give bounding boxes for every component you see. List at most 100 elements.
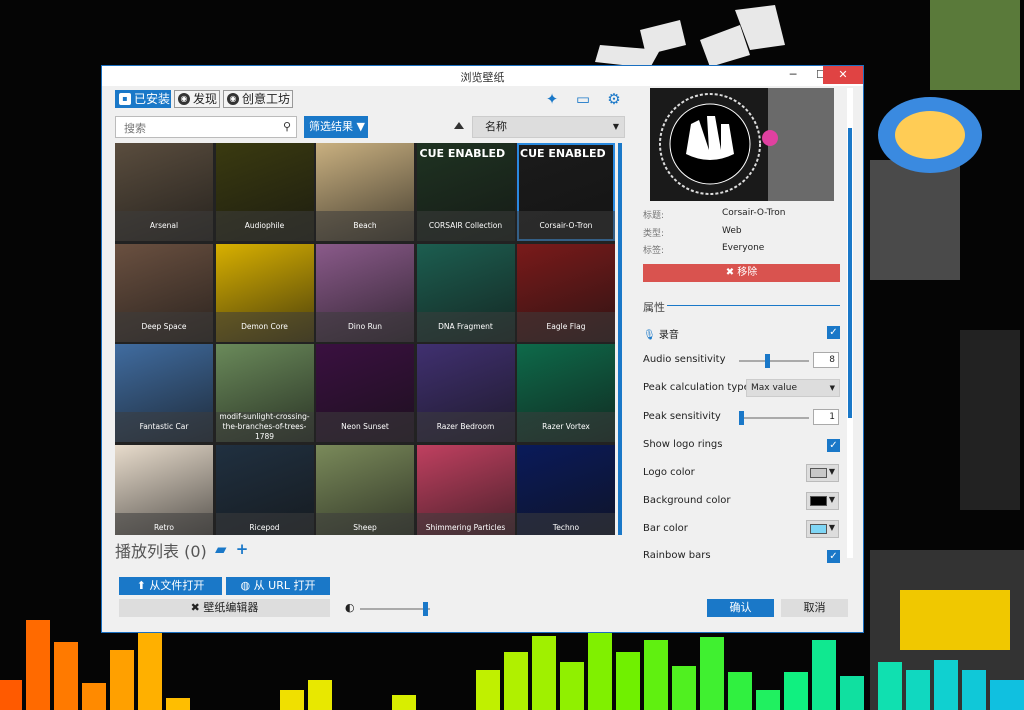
wallpaper-tile[interactable]: Deep Space [115,243,213,342]
wallpaper-title: Shimmering Particles [416,512,515,535]
wallpaper-tile[interactable]: Demon Core [215,243,314,342]
wallpaper-tile[interactable]: DNA Fragment [416,243,515,342]
wallpaper-title: Sheep [316,512,414,535]
tab-discover[interactable]: ◉ 发现 [174,90,220,108]
rainbow-bars-label: Rainbow bars [643,550,711,561]
tools-icon: ✖ [190,601,204,614]
logo-color-picker[interactable]: ▼ [806,464,839,482]
wallpaper-title: Eagle Flag [517,311,615,342]
show-logo-rings-checkbox[interactable]: ✓ [827,439,840,452]
peak-calculation-value: Max value [751,383,798,393]
peak-calculation-select[interactable]: Max value ▼ [746,379,840,397]
wallpaper-tile[interactable]: CUE ENABLED CORSAIR Collection [416,143,515,241]
wallpaper-tile[interactable]: Retro [115,444,213,535]
tab-discover-label: 发现 [193,92,218,106]
wallpaper-title: Razer Vortex [517,412,615,442]
wallpaper-tile[interactable]: Techno [517,444,615,535]
wallpaper-tile[interactable]: Arsenal [115,143,213,241]
wallpaper-title: Ricepod [215,512,314,535]
chevron-down-icon: ▼ [612,122,619,131]
wallpaper-tile[interactable]: Razer Vortex [517,344,615,442]
wallpaper-tile[interactable]: Eagle Flag [517,243,615,342]
wallpaper-title: Beach [316,211,414,241]
wallpaper-preview [650,88,834,201]
details-panel: 标题: Corsair-O-Tron 类型: Web 标签: Everyone … [642,86,844,626]
filter-button[interactable]: 筛选结果 ▼ [304,116,368,138]
type-label: 类型: [643,229,665,239]
rainbow-bars-checkbox[interactable]: ✓ [827,550,840,563]
wallpaper-tile[interactable]: Razer Bedroom [416,344,515,442]
minimize-button[interactable]: ─ [779,66,807,84]
wallpaper-title: Fantastic Car [115,412,213,442]
open-from-url-label: 从 URL 打开 [253,579,316,592]
wallpaper-editor-button[interactable]: ✖ 壁纸编辑器 [119,599,330,617]
window-title: 浏览壁纸 [460,71,505,84]
background-color-picker[interactable]: ▼ [806,492,839,510]
globe-icon: ◍ [240,579,254,592]
wallpaper-tile[interactable]: CUE ENABLED Corsair-O-Tron [517,143,615,241]
title-value: Corsair-O-Tron [722,208,786,218]
peak-sensitivity-knob[interactable] [739,411,744,425]
audio-sensitivity-value[interactable]: 8 [813,352,839,368]
wallpaper-tile[interactable]: Sheep [316,444,414,535]
sort-direction-icon[interactable] [454,122,464,129]
wallpaper-tile[interactable]: Dino Run [316,243,414,342]
gear-icon[interactable]: ⚙ [605,90,623,108]
plus-icon[interactable]: + [236,540,249,558]
bar-color-picker[interactable]: ▼ [806,520,839,538]
details-scroll-thumb[interactable] [848,128,852,418]
title-label: 标题: [643,211,665,221]
peak-calculation-label: Peak calculation type [643,382,750,393]
sort-value: 名称 [485,120,507,133]
tab-installed[interactable]: ▪ 已安装 [115,90,171,108]
peak-sensitivity-value[interactable]: 1 [813,409,839,425]
microphone-icon: 🎙 [643,330,656,341]
wallpaper-tile[interactable]: Ricepod [215,444,314,535]
audio-sensitivity-track[interactable] [739,354,809,368]
monitor-icon[interactable]: ▭ [574,90,592,108]
upload-icon: ⬆ [136,579,150,592]
details-scrollbar[interactable] [847,88,853,558]
playlist-title: 播放列表 (0) [115,542,207,561]
peak-sensitivity-track[interactable] [739,411,809,425]
brightness-icon: ◐ [345,601,355,614]
grid-scrollbar[interactable] [618,143,622,535]
playlist-actions: ▰ + [215,540,248,558]
wallpaper-tile[interactable]: Shimmering Particles [416,444,515,535]
folder-open-icon[interactable]: ▰ [215,540,227,558]
compass-icon: ◉ [178,93,190,105]
wallpaper-title: Deep Space [115,311,213,342]
wand-icon[interactable]: ✦ [543,90,561,108]
tab-workshop[interactable]: ◉ 创意工坊 [223,90,293,108]
wallpaper-tile[interactable]: Fantastic Car [115,344,213,442]
wallpaper-title: DNA Fragment [416,311,515,342]
wallpaper-tile[interactable]: Beach [316,143,414,241]
audio-sensitivity-knob[interactable] [765,354,770,368]
open-from-url-button[interactable]: ◍ 从 URL 打开 [226,577,330,595]
wallpaper-title: modif-sunlight-crossing-the-branches-of-… [215,412,314,442]
chevron-down-icon: ▼ [828,523,835,532]
title-bar: 浏览壁纸 ─ ☐ ✕ [102,66,863,86]
peak-sensitivity-label: Peak sensitivity [643,411,721,422]
remove-button[interactable]: ✖ 移除 [643,264,840,282]
wallpaper-title: Dino Run [316,311,414,342]
save-icon: ▪ [119,93,131,105]
record-checkbox[interactable]: ✓ [827,326,840,339]
wallpaper-title: Corsair-O-Tron [517,211,615,241]
brightness-slider[interactable] [360,601,430,621]
wallpaper-tile[interactable]: Audiophile [215,143,314,241]
wallpaper-title: Audiophile [215,211,314,241]
wallpaper-title: Demon Core [215,311,314,342]
wallpaper-tile[interactable]: Neon Sunset [316,344,414,442]
open-from-file-button[interactable]: ⬆ 从文件打开 [119,577,222,595]
search-icon[interactable]: ⚲ [283,120,291,133]
search-input[interactable] [122,118,276,138]
wallpaper-title: Razer Bedroom [416,412,515,442]
rating-value: Everyone [722,243,765,253]
brightness-knob[interactable] [423,602,429,616]
wallpaper-tile[interactable]: modif-sunlight-crossing-the-branches-of-… [215,344,314,442]
close-button[interactable]: ✕ [823,66,863,84]
funnel-icon: ▼ [356,120,365,133]
background-color-swatch [810,496,827,506]
sort-select[interactable]: 名称 ▼ [472,116,625,138]
